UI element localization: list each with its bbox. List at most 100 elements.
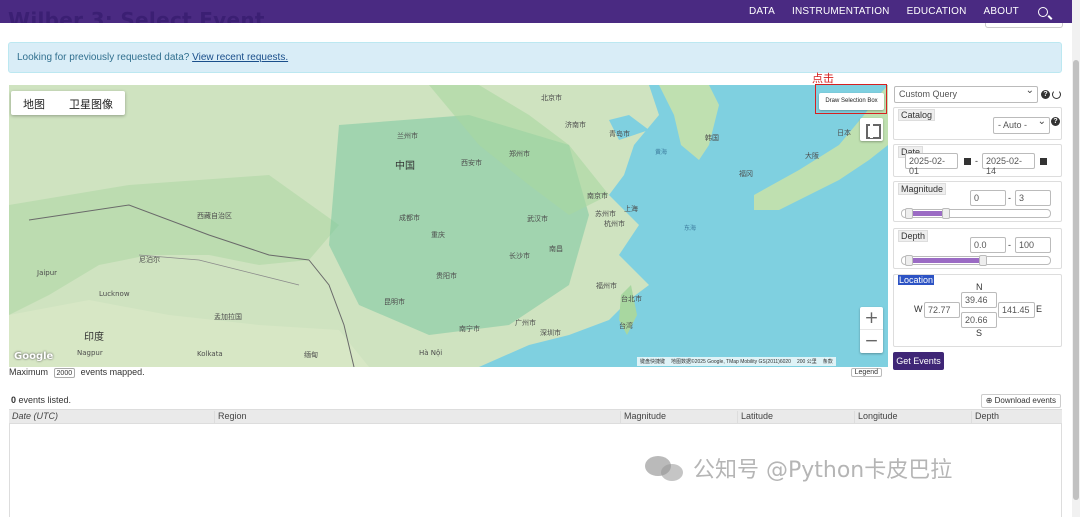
- help-icon[interactable]: ?: [1041, 90, 1050, 99]
- map-label-bangladesh: 孟加拉国: [214, 313, 242, 321]
- map-label-kunming: 昆明市: [384, 298, 405, 306]
- map-label-myanmar: 缅甸: [304, 351, 318, 359]
- catalog-panel: Catalog - Auto - ?: [893, 107, 1062, 140]
- magnitude-label: Magnitude: [898, 183, 947, 195]
- location-east-label: E: [1036, 304, 1043, 314]
- date-panel: Date 2025-02-01 - 2025-02-14: [893, 144, 1062, 177]
- map-label-korea: 韩国: [705, 134, 719, 142]
- depth-max-input[interactable]: 100: [1015, 237, 1051, 253]
- calendar-icon[interactable]: [1040, 158, 1047, 165]
- nav-about[interactable]: ABOUT: [984, 6, 1019, 17]
- map-label-guangzhou: 广州市: [515, 319, 536, 327]
- depth-panel: Depth 0.0 - 100: [893, 228, 1062, 269]
- catalog-help-icon[interactable]: ?: [1051, 117, 1060, 126]
- attribution-terms[interactable]: 条款: [823, 358, 833, 365]
- zoom-out-button[interactable]: −: [860, 330, 883, 353]
- column-longitude[interactable]: Longitude: [855, 411, 972, 423]
- fullscreen-icon[interactable]: [860, 118, 883, 141]
- map-label-guiyang: 贵阳市: [436, 272, 457, 280]
- date-start-input[interactable]: 2025-02-01: [905, 153, 958, 176]
- nav-data[interactable]: DATA: [749, 6, 775, 17]
- depth-min-input[interactable]: 0.0: [970, 237, 1006, 253]
- calendar-icon[interactable]: [964, 158, 971, 165]
- map-label-nanjing: 南京市: [587, 192, 608, 200]
- map-type-control: 地图 卫星图像: [11, 91, 125, 115]
- events-count-number: 0: [11, 395, 17, 405]
- map-label-wuhan: 武汉市: [527, 215, 548, 223]
- zoom-control: + −: [860, 307, 883, 353]
- map-label-nepal: 尼泊尔: [139, 256, 160, 264]
- map-label-shanghai: 上海: [624, 205, 638, 213]
- map-label-fuzhou: 福州市: [596, 282, 617, 290]
- attribution-data: 地图数据©2025 Google, TMap Mobility GS(2011)…: [671, 359, 791, 365]
- magnitude-slider-min-handle[interactable]: [905, 208, 914, 219]
- max-events-suffix: events mapped.: [80, 367, 145, 377]
- depth-slider-fill: [909, 258, 984, 263]
- annotation-highlight-box: [815, 84, 887, 114]
- map-label-xian: 西安市: [461, 159, 482, 167]
- depth-slider-min-handle[interactable]: [905, 255, 914, 266]
- magnitude-slider[interactable]: [901, 208, 1051, 219]
- map-view[interactable]: 地图 卫星图像 Draw Selection Box + − 中国 印度 韩国 …: [9, 85, 888, 367]
- watermark-text: 公知号 @Python卡皮巴拉: [693, 458, 953, 483]
- view-recent-requests-link[interactable]: View recent requests.: [192, 52, 288, 63]
- location-panel: Location N 39.46 W 72.77 141.45 E 20.66 …: [893, 274, 1062, 347]
- magnitude-max-input[interactable]: 3: [1015, 190, 1051, 206]
- location-north-label: N: [976, 282, 983, 292]
- location-north-input[interactable]: 39.46: [961, 292, 997, 308]
- get-events-button[interactable]: Get Events: [893, 352, 944, 370]
- column-date[interactable]: Date (UTC): [9, 411, 215, 423]
- nav-instrumentation[interactable]: INSTRUMENTATION: [792, 6, 890, 17]
- depth-slider-max-handle[interactable]: [979, 255, 988, 266]
- download-icon: ⊕: [985, 396, 993, 405]
- map-label-yellow-sea: 黄海: [655, 149, 668, 156]
- legend-button[interactable]: Legend: [850, 368, 882, 377]
- max-events-select[interactable]: 2000: [53, 367, 76, 378]
- nav-education[interactable]: EDUCATION: [907, 6, 967, 17]
- page-scrollbar[interactable]: [1072, 0, 1080, 517]
- location-south-input[interactable]: 20.66: [961, 312, 997, 328]
- map-label-fukuoka: 福冈: [739, 170, 753, 178]
- map-label-kolkata: Kolkata: [197, 350, 223, 358]
- catalog-label: Catalog: [898, 109, 936, 121]
- download-events-button[interactable]: ⊕ Download events: [980, 394, 1061, 408]
- events-count-suffix: events listed.: [18, 395, 72, 405]
- map-label-jaipur: Jaipur: [37, 269, 58, 277]
- column-depth[interactable]: Depth: [972, 411, 1062, 423]
- map-label-suzhou: 苏州市: [595, 210, 616, 218]
- header-corner-control: [985, 23, 1063, 28]
- map-type-map-tab[interactable]: 地图: [11, 91, 57, 115]
- map-label-chengdu: 成都市: [399, 214, 420, 222]
- query-select[interactable]: Custom Query: [894, 85, 1038, 103]
- attribution-shortcuts[interactable]: 键盘快捷键: [640, 358, 665, 365]
- google-logo: Google: [14, 351, 54, 362]
- scrollbar-thumb[interactable]: [1073, 60, 1079, 500]
- magnitude-min-input[interactable]: 0: [970, 190, 1006, 206]
- column-latitude[interactable]: Latitude: [738, 411, 855, 423]
- location-west-label: W: [914, 304, 923, 314]
- location-east-input[interactable]: 141.45: [998, 302, 1035, 318]
- search-icon[interactable]: [1038, 6, 1048, 17]
- column-region[interactable]: Region: [215, 411, 621, 423]
- map-label-tibet: 西藏自治区: [197, 212, 232, 220]
- map-type-satellite-tab[interactable]: 卫星图像: [57, 91, 125, 115]
- map-label-changsha: 长沙市: [509, 252, 530, 260]
- column-magnitude[interactable]: Magnitude: [621, 411, 738, 423]
- magnitude-panel: Magnitude 0 - 3: [893, 181, 1062, 222]
- map-label-lanzhou: 兰州市: [397, 132, 418, 140]
- depth-separator: -: [1008, 240, 1011, 250]
- refresh-icon[interactable]: [1052, 90, 1061, 99]
- map-label-qingdao: 青岛市: [609, 130, 630, 138]
- magnitude-slider-max-handle[interactable]: [942, 208, 951, 219]
- date-end-input[interactable]: 2025-02-14: [982, 153, 1035, 176]
- location-label: Location: [898, 275, 935, 285]
- location-west-input[interactable]: 72.77: [924, 302, 960, 318]
- map-label-lucknow: Lucknow: [99, 290, 130, 298]
- map-label-hangzhou: 杭州市: [604, 220, 625, 228]
- depth-slider[interactable]: [901, 255, 1051, 266]
- zoom-in-button[interactable]: +: [860, 307, 883, 330]
- map-terrain: [9, 85, 888, 367]
- map-label-china: 中国: [395, 161, 415, 172]
- wechat-icon: [645, 454, 685, 482]
- catalog-select[interactable]: - Auto -: [993, 116, 1050, 134]
